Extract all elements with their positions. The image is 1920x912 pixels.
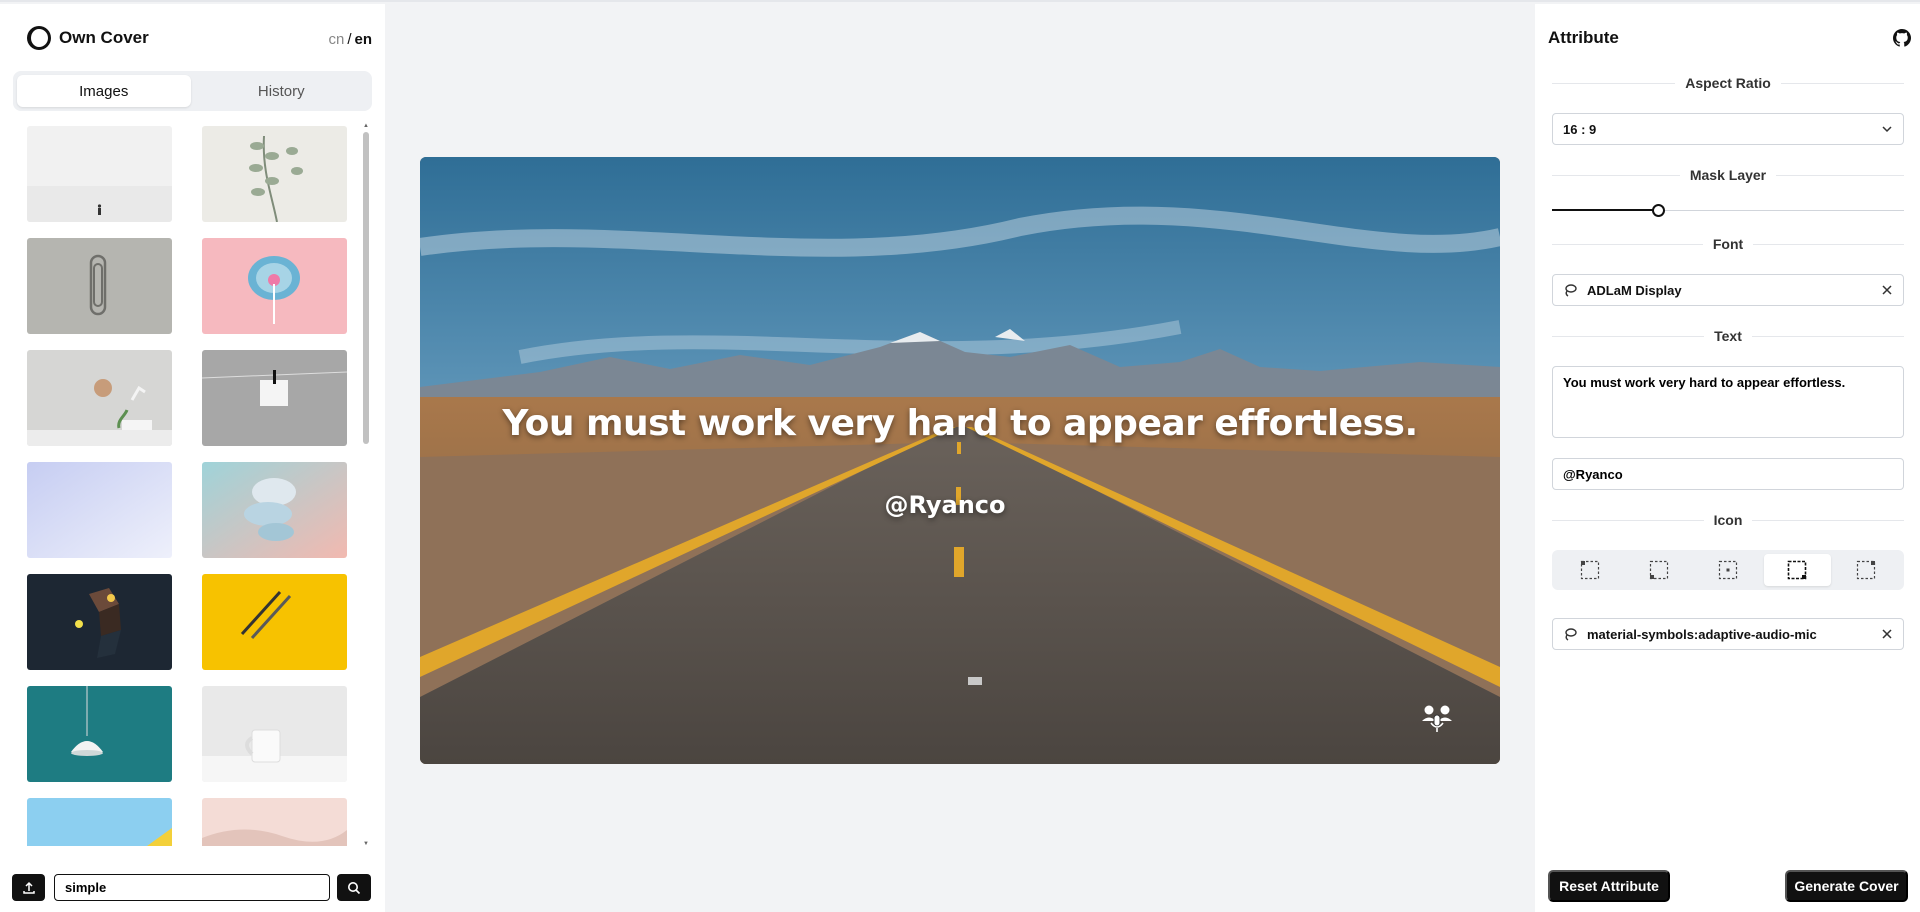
brand[interactable]: Own Cover [27, 26, 149, 50]
tab-images[interactable]: Images [17, 75, 191, 107]
section-mask-layer: Mask Layer [1552, 167, 1904, 183]
font-value: ADLaM Display [1587, 282, 1682, 298]
tab-history[interactable]: History [195, 75, 369, 107]
gallery-image-sky-blue-yellow-corner[interactable] [27, 798, 172, 846]
chevron-down-icon [1882, 126, 1892, 133]
cover-author-text: @Ryanco [884, 491, 1006, 519]
icon-position-bottom-center[interactable] [1763, 554, 1831, 586]
github-icon[interactable] [1893, 29, 1911, 47]
section-text: Text [1552, 328, 1904, 344]
adaptive-audio-mic-icon [1422, 705, 1452, 732]
upload-button[interactable] [12, 874, 45, 901]
mask-layer-slider[interactable] [1552, 203, 1904, 219]
position-right-icon [1857, 560, 1876, 580]
close-icon [1882, 629, 1892, 639]
section-label: Icon [1713, 512, 1743, 528]
lang-separator: / [347, 31, 352, 48]
scroll-down-arrow-icon[interactable]: ▼ [362, 840, 370, 848]
section-label: Font [1712, 236, 1744, 252]
clear-font-button[interactable] [1881, 284, 1893, 296]
gallery-image-pink-lollipop[interactable] [202, 238, 347, 334]
search-input[interactable] [54, 874, 330, 901]
position-top-left-icon [1580, 560, 1599, 580]
slider-handle[interactable] [1651, 204, 1665, 217]
section-label: Text [1714, 328, 1742, 344]
icon-value: material-symbols:adaptive-audio-mic [1587, 626, 1817, 642]
lang-cn[interactable]: cn [328, 31, 344, 48]
cover-preview: You must work very hard to appear effort… [420, 157, 1500, 764]
section-label: Mask Layer [1689, 167, 1767, 183]
gallery-image-paper-on-string[interactable] [202, 350, 347, 446]
gallery-image-dark-3d-cubes[interactable] [27, 574, 172, 670]
lasso-icon [1565, 284, 1577, 297]
attribute-panel: Attribute Aspect Ratio 16 : 9 Mask Layer… [1535, 4, 1920, 912]
icon-position-top-left[interactable] [1556, 554, 1623, 586]
generate-cover-button[interactable]: Generate Cover [1785, 870, 1908, 902]
gallery-image-eucalyptus-branch[interactable] [202, 126, 347, 222]
section-icon: Icon [1552, 512, 1904, 528]
gallery-image-teal-pendant-lamp[interactable] [27, 686, 172, 782]
gallery-image-abstract-3d-discs[interactable] [202, 462, 347, 558]
author-input[interactable] [1552, 458, 1904, 490]
gallery-image-white-mug[interactable] [202, 686, 347, 782]
reset-attribute-button[interactable]: Reset Attribute [1548, 870, 1670, 902]
source-tabs: Images History [13, 71, 372, 111]
position-center-icon [1718, 560, 1738, 580]
icon-position-right[interactable] [1833, 554, 1900, 586]
cover-text-input[interactable]: You must work very hard to appear effort… [1552, 366, 1904, 438]
upload-icon [22, 881, 35, 894]
search-icon [348, 881, 361, 894]
scrollbar-thumb[interactable] [363, 132, 369, 444]
icon-position-bottom-left[interactable] [1625, 554, 1692, 586]
close-icon [1882, 285, 1892, 295]
position-bottom-right-icon [1787, 560, 1807, 580]
brand-name: Own Cover [59, 28, 149, 47]
position-bottom-left-icon [1649, 560, 1668, 580]
language-switch: cn / en [328, 31, 372, 48]
font-combobox[interactable]: ADLaM Display [1552, 274, 1904, 306]
gallery-image-paperclip-on-grey[interactable] [27, 238, 172, 334]
aspect-ratio-value: 16 : 9 [1563, 121, 1597, 137]
section-font: Font [1552, 236, 1905, 252]
icon-combobox[interactable]: material-symbols:adaptive-audio-mic [1552, 618, 1904, 650]
cover-title-text: You must work very hard to appear effort… [502, 403, 1418, 444]
image-gallery [27, 126, 349, 846]
icon-position-center[interactable] [1694, 554, 1761, 586]
aspect-ratio-select[interactable]: 16 : 9 [1552, 113, 1904, 145]
section-label: Aspect Ratio [1685, 75, 1771, 91]
attribute-panel-title: Attribute [1548, 28, 1619, 47]
clear-icon-button[interactable] [1881, 628, 1893, 640]
left-sidebar: Own Cover cn / en Images History ▲ ▼ sim… [0, 4, 385, 912]
gallery-image-lavender-gradient[interactable] [27, 462, 172, 558]
cover-background-image [420, 157, 1500, 764]
gallery-image-wall-clock-desk[interactable] [27, 350, 172, 446]
gallery-image-pencils-on-yellow[interactable] [202, 574, 347, 670]
icon-position-selector [1552, 550, 1904, 590]
gallery-scrollbar[interactable]: ▲ ▼ [362, 122, 370, 848]
search-button[interactable] [337, 874, 371, 901]
search-bar [12, 874, 372, 902]
logo-icon [27, 26, 51, 50]
section-aspect-ratio: Aspect Ratio [1552, 75, 1905, 91]
scroll-up-arrow-icon[interactable]: ▲ [362, 122, 370, 130]
lang-en[interactable]: en [354, 31, 372, 48]
lasso-icon [1565, 628, 1577, 641]
gallery-image-pink-desert-dunes[interactable] [202, 798, 347, 846]
slider-fill [1552, 209, 1658, 211]
gallery-image-misty-snow-figure[interactable] [27, 126, 172, 222]
